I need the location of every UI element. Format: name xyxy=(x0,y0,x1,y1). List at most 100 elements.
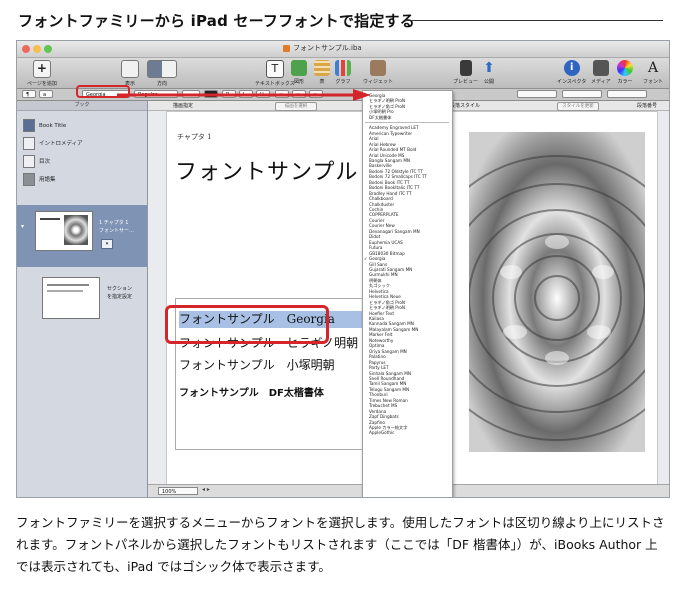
font-menu-item[interactable]: American Typewriter xyxy=(369,131,412,136)
orientation-icon xyxy=(147,60,177,78)
font-menu-item[interactable]: Palatino xyxy=(369,354,386,359)
font-menu-item[interactable]: Bodoni 72 Oldstyle ITC TT xyxy=(369,169,423,174)
font-menu-item[interactable]: Apple カラー絵文字 xyxy=(369,425,407,430)
add-page-button[interactable]: + ページを追加 xyxy=(27,60,57,87)
font-menu-item[interactable]: Academy Engraved LET xyxy=(369,125,419,130)
font-menu-item[interactable]: Hoefler Text xyxy=(369,311,394,316)
font-menu-item[interactable]: Sinhala Sangam MN xyxy=(369,371,411,376)
character-style-popup[interactable]: a xyxy=(39,90,53,98)
font-menu-item[interactable]: Cochin xyxy=(369,207,383,212)
font-menu-item[interactable]: Helvetica xyxy=(369,289,389,294)
publish-button[interactable]: ⬆ 公開 xyxy=(481,60,497,85)
font-menu-item[interactable]: Optima xyxy=(369,343,384,348)
close-window-button[interactable] xyxy=(22,45,30,53)
font-menu-item[interactable]: Arial Unicode MS xyxy=(369,153,404,158)
list-style-popup[interactable] xyxy=(562,90,602,98)
font-menu-item[interactable]: Malayalam Sangam MN xyxy=(369,327,418,332)
font-menu-item[interactable]: AppleGothic xyxy=(369,430,395,435)
font-menu-item[interactable]: Trebuchet MS xyxy=(369,403,397,408)
preview-button[interactable]: プレビュー xyxy=(453,60,478,85)
section-thumbnail[interactable] xyxy=(42,277,100,319)
chapter-thumbnail-selected[interactable]: ▾ 1 チャプタ 1 フォントサー… ▾ xyxy=(17,205,147,267)
font-menu-item[interactable]: Chalkduster xyxy=(369,202,394,207)
zoom-popup[interactable]: 100% xyxy=(158,487,198,495)
view-button[interactable]: 表示 xyxy=(121,60,139,87)
font-menu-item[interactable]: Euphemia UCAS xyxy=(369,240,403,245)
font-menu-item[interactable]: Baskerville xyxy=(369,163,392,168)
font-menu-item[interactable]: ヒラギノ明朝 ProN xyxy=(369,305,405,310)
font-menu-item[interactable]: Telugu Sangam MN xyxy=(369,387,409,392)
font-menu-item[interactable]: Zapf Dingbats xyxy=(369,414,399,419)
font-menu-item[interactable]: Bodoni 72 Smallcaps ITC TT xyxy=(369,174,427,179)
font-menu-item[interactable]: Verdana xyxy=(369,409,386,414)
sidebar-item-intro-media[interactable]: イントロメディア xyxy=(23,137,83,150)
font-menu-item[interactable]: Bradley Hand ITC TT xyxy=(369,191,412,196)
font-menu-item[interactable]: Arial Hebrew xyxy=(369,142,396,147)
font-menu-item[interactable]: Devanagari Sangam MN xyxy=(369,229,420,234)
font-menu-item[interactable]: Zapfino xyxy=(369,420,385,425)
sidebar-item-glossary[interactable]: 用語集 xyxy=(23,173,56,186)
columns-popup[interactable] xyxy=(607,90,647,98)
font-menu-item[interactable]: Georgia xyxy=(369,256,385,261)
minimize-window-button[interactable] xyxy=(33,45,41,53)
draw-select-button[interactable]: 描画を選択 xyxy=(275,102,317,111)
chapter-label[interactable]: チャプタ 1 xyxy=(177,132,212,142)
font-menu-item[interactable]: Arial Rounded MT Bold xyxy=(369,147,416,152)
line-spacing-popup[interactable] xyxy=(517,90,557,98)
font-menu-item[interactable]: Gurmukhi MN xyxy=(369,272,398,277)
textbox-button[interactable]: T テキストボックス xyxy=(255,60,295,87)
fonts-button[interactable]: A フォント xyxy=(643,60,663,85)
font-menu-item[interactable]: DF太楷書体 xyxy=(369,115,391,120)
font-menu-item[interactable]: ヒラギノ角ゴ ProN xyxy=(369,300,405,305)
sample-line-df[interactable]: フォントサンプル DF太楷書体 xyxy=(179,384,324,399)
shape-button[interactable]: 図形 xyxy=(291,60,307,85)
sidebar-item-book-title[interactable]: Book Title xyxy=(23,119,66,132)
font-menu-item[interactable]: 小塚明朝 Pro xyxy=(369,109,394,114)
document-proxy-icon[interactable] xyxy=(283,45,290,52)
font-menu-item[interactable]: Tamil Sangam MN xyxy=(369,381,406,386)
article-title: フォントファミリーから iPad セーフフォントで指定する xyxy=(18,12,415,30)
font-menu-item[interactable]: Marker Felt xyxy=(369,332,392,337)
table-button[interactable]: 表 xyxy=(314,60,330,85)
font-menu-item[interactable]: Helvetica Neue xyxy=(369,294,401,299)
media-button[interactable]: メディア xyxy=(591,60,611,85)
font-menu-item[interactable]: Papyrus xyxy=(369,360,386,365)
font-menu-item[interactable]: Gujarati Sangam MN xyxy=(369,267,412,272)
widget-button[interactable]: ウィジェット xyxy=(363,60,393,85)
thumbnail-menu-button[interactable]: ▾ xyxy=(101,239,113,249)
font-menu-item[interactable]: Snell Roundhand xyxy=(369,376,404,381)
font-menu-item[interactable]: Bodoni BookItalic ITC TT xyxy=(369,185,419,190)
chart-button[interactable]: グラフ xyxy=(335,60,351,85)
font-menu-item[interactable]: Kannada Sangam MN xyxy=(369,321,414,326)
font-menu-item[interactable]: Times New Roman xyxy=(369,398,408,403)
font-menu-item[interactable]: 丸ゴシック xyxy=(369,283,390,288)
font-menu-item[interactable]: Party LET xyxy=(369,365,389,370)
font-menu-item[interactable]: Thonburi xyxy=(369,392,388,397)
font-menu-item[interactable]: Didot xyxy=(369,234,380,239)
flower-photo[interactable] xyxy=(469,132,645,452)
colors-button[interactable]: カラー xyxy=(617,60,633,85)
paragraph-style-popup[interactable]: ¶ xyxy=(22,90,36,98)
font-menu-item[interactable]: Kailasa xyxy=(369,316,384,321)
font-menu-item[interactable]: Chalkboard xyxy=(369,196,393,201)
font-menu-item[interactable]: Noteworthy xyxy=(369,338,393,343)
sidebar-item-toc[interactable]: 目次 xyxy=(23,155,50,168)
font-menu-item[interactable]: Oriya Sangam MN xyxy=(369,349,407,354)
font-menu-item[interactable]: GB18030 Bitmap xyxy=(369,251,405,256)
font-family-menu: ✓Georgia ヒラギノ明朝 ProNヒラギノ角ゴ ProN 小塚明朝 ProDF… xyxy=(362,90,453,497)
font-menu-item[interactable]: Futura xyxy=(369,245,382,250)
page-nav-arrows-icon[interactable]: ◂ ▸ xyxy=(202,486,210,493)
orientation-button[interactable]: 方向 xyxy=(147,60,177,87)
font-menu-item[interactable]: COPPERPLATE xyxy=(369,212,399,217)
font-menu-item[interactable]: Arial xyxy=(369,136,378,141)
chapter-title[interactable]: フォントサンプル xyxy=(175,154,358,186)
font-menu-item[interactable]: Courier xyxy=(369,218,384,223)
font-menu-item[interactable]: Bodoni Book ITC TT xyxy=(369,180,409,185)
inspector-button[interactable]: i インスペクタ xyxy=(557,60,586,85)
sample-line-kozuka[interactable]: フォントサンプル 小塚明朝 xyxy=(179,356,335,373)
zoom-window-button[interactable] xyxy=(44,45,52,53)
font-menu-item[interactable]: Gill Sans xyxy=(369,262,387,267)
font-menu-item[interactable]: Bangla Sangam MN xyxy=(369,158,410,163)
font-menu-item[interactable]: Courier New xyxy=(369,223,395,228)
update-style-button[interactable]: スタイルを更新 xyxy=(557,102,599,111)
